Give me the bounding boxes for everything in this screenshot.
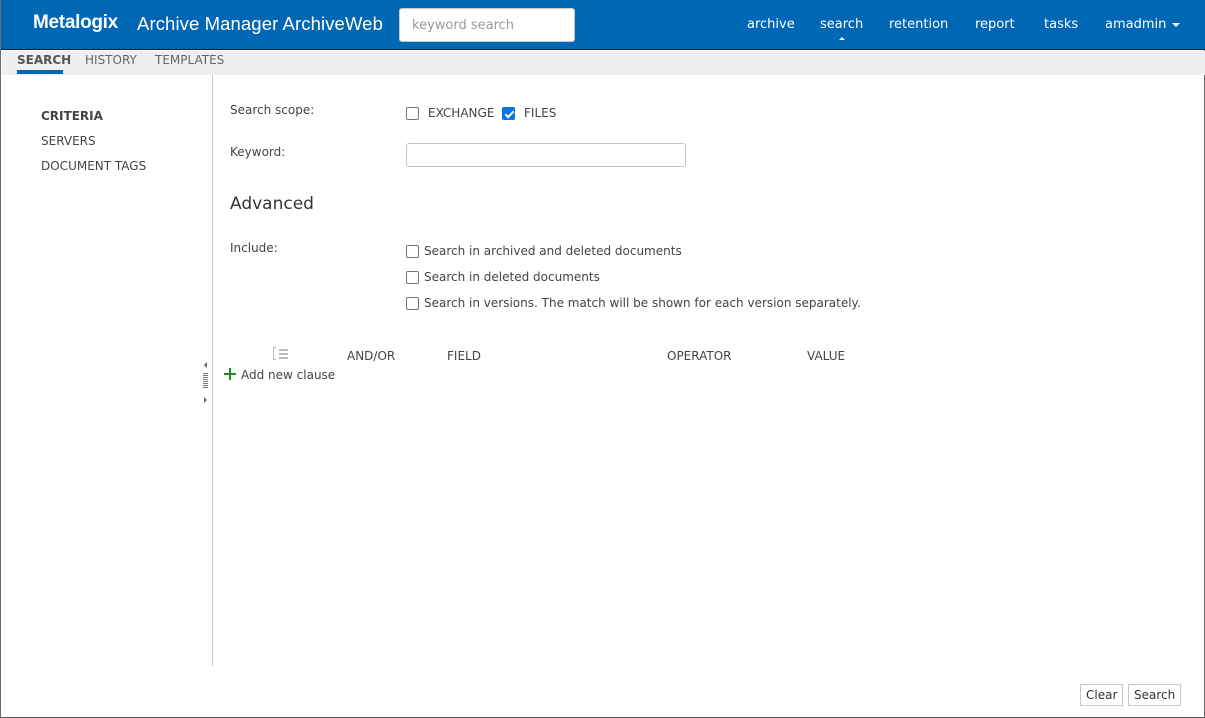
collapse-left-icon[interactable] bbox=[204, 362, 207, 368]
app-window: Metalogix Archive Manager ArchiveWeb arc… bbox=[0, 0, 1205, 718]
nav-search-label: search bbox=[820, 17, 864, 32]
nav-archive[interactable]: archive bbox=[747, 17, 795, 32]
keyword-label: Keyword: bbox=[230, 145, 286, 159]
sub-tabs: SEARCH HISTORY TEMPLATES bbox=[2, 51, 1205, 75]
advanced-heading: Advanced bbox=[230, 194, 314, 214]
metalogix-logo[interactable]: Metalogix bbox=[33, 12, 118, 34]
tab-history[interactable]: HISTORY bbox=[85, 53, 137, 67]
tab-search[interactable]: SEARCH bbox=[17, 53, 71, 67]
column-and-or: AND/OR bbox=[347, 349, 396, 363]
tab-templates[interactable]: TEMPLATES bbox=[155, 53, 224, 67]
user-menu[interactable]: amadmin bbox=[1105, 17, 1181, 32]
archived-deleted-checkbox[interactable] bbox=[406, 245, 419, 258]
panel-splitter-handle[interactable] bbox=[201, 360, 211, 406]
include-label: Include: bbox=[230, 241, 278, 255]
nav-report[interactable]: report bbox=[975, 17, 1015, 32]
caret-down-icon bbox=[1172, 22, 1181, 27]
active-indicator-icon bbox=[838, 37, 845, 40]
search-scope-label: Search scope: bbox=[230, 103, 315, 117]
left-sidebar: CRITERIA SERVERS DOCUMENT TAGS bbox=[2, 75, 213, 666]
sidebar-item-criteria[interactable]: CRITERIA bbox=[41, 109, 103, 123]
active-tab-underline bbox=[17, 70, 63, 74]
deleted-checkbox[interactable] bbox=[406, 271, 419, 284]
versions-label[interactable]: Search in versions. The match will be sh… bbox=[424, 296, 861, 310]
nav-retention[interactable]: retention bbox=[889, 17, 948, 32]
add-new-clause-button[interactable]: Add new clause bbox=[224, 368, 335, 382]
keyword-search-input[interactable] bbox=[399, 8, 575, 42]
search-button[interactable]: Search bbox=[1128, 684, 1182, 706]
user-name: amadmin bbox=[1105, 17, 1167, 32]
versions-checkbox[interactable] bbox=[406, 297, 419, 310]
group-clauses-icon[interactable] bbox=[273, 347, 289, 361]
plus-icon bbox=[224, 368, 236, 380]
exchange-checkbox[interactable] bbox=[406, 107, 419, 120]
column-value: VALUE bbox=[807, 349, 846, 363]
clear-button[interactable]: Clear bbox=[1080, 684, 1124, 706]
sidebar-item-servers[interactable]: SERVERS bbox=[41, 134, 96, 148]
app-title: Archive Manager ArchiveWeb bbox=[137, 13, 383, 34]
nav-tasks[interactable]: tasks bbox=[1044, 17, 1078, 32]
deleted-label[interactable]: Search in deleted documents bbox=[424, 270, 600, 284]
sidebar-item-document-tags[interactable]: DOCUMENT TAGS bbox=[41, 159, 146, 173]
files-label[interactable]: FILES bbox=[524, 106, 556, 120]
top-header: Metalogix Archive Manager ArchiveWeb arc… bbox=[1, 0, 1205, 50]
archived-deleted-label[interactable]: Search in archived and deleted documents bbox=[424, 244, 682, 258]
column-field: FIELD bbox=[447, 349, 481, 363]
add-new-clause-label: Add new clause bbox=[241, 368, 336, 382]
column-operator: OPERATOR bbox=[667, 349, 732, 363]
exchange-label[interactable]: EXCHANGE bbox=[428, 106, 494, 120]
keyword-field[interactable] bbox=[406, 143, 686, 167]
files-checkbox[interactable] bbox=[502, 107, 515, 120]
expand-right-icon[interactable] bbox=[204, 397, 207, 403]
nav-search[interactable]: search bbox=[820, 17, 864, 40]
grip-icon[interactable] bbox=[203, 373, 208, 388]
